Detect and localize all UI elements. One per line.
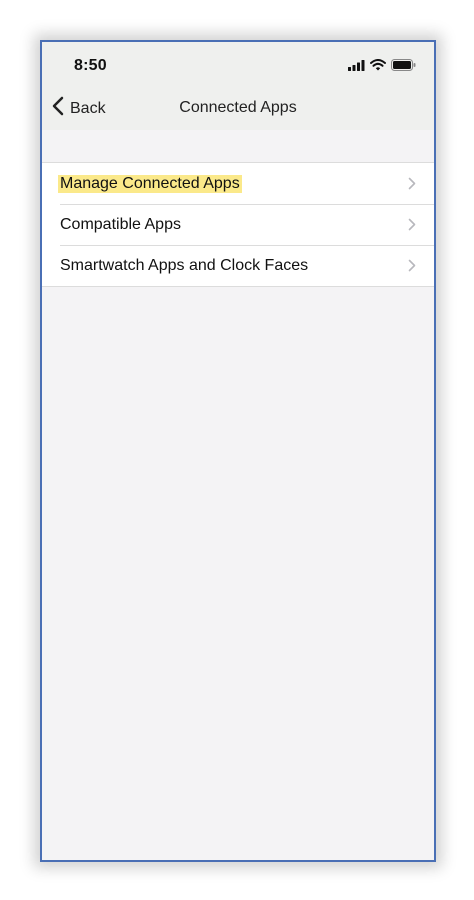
status-icons bbox=[348, 58, 416, 76]
chevron-right-icon bbox=[408, 259, 416, 277]
screenshot-canvas: 8:50 Back Connected Apps Manage Connecte… bbox=[0, 0, 474, 900]
page-title: Connected Apps bbox=[179, 99, 297, 116]
status-bar: 8:50 bbox=[42, 42, 434, 90]
list-item-manage-connected-apps[interactable]: Manage Connected Apps bbox=[42, 163, 434, 204]
settings-list: Manage Connected Apps Compatible Apps Sm… bbox=[42, 162, 434, 287]
navigation-bar: Back Connected Apps bbox=[42, 90, 434, 130]
chevron-right-icon bbox=[408, 218, 416, 236]
list-item-label: Compatible Apps bbox=[60, 215, 181, 233]
chevron-right-icon bbox=[408, 177, 416, 195]
wifi-icon bbox=[370, 58, 386, 76]
list-item-label: Manage Connected Apps bbox=[58, 174, 242, 193]
phone-screen: 8:50 Back Connected Apps Manage Connecte… bbox=[40, 40, 436, 862]
list-item-compatible-apps[interactable]: Compatible Apps bbox=[42, 204, 434, 245]
list-item-smartwatch-apps[interactable]: Smartwatch Apps and Clock Faces bbox=[42, 245, 434, 286]
status-time: 8:50 bbox=[74, 57, 107, 74]
battery-icon bbox=[391, 58, 416, 76]
list-item-label: Smartwatch Apps and Clock Faces bbox=[60, 256, 309, 274]
cellular-signal-icon bbox=[348, 58, 365, 76]
